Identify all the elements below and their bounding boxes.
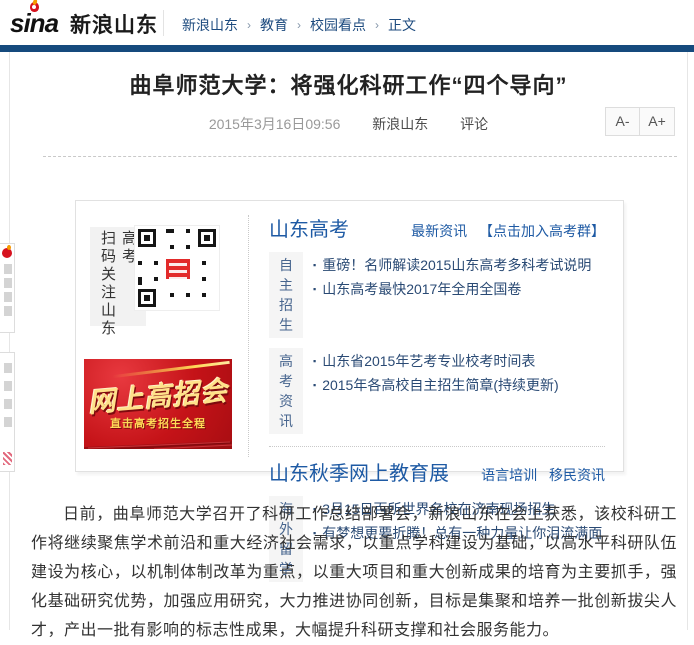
- left-float-widget-qr[interactable]: [0, 352, 15, 472]
- expo-section-title[interactable]: 山东秋季网上教育展: [269, 457, 449, 486]
- clipped-glyph: [4, 264, 12, 274]
- qr-code[interactable]: [134, 225, 220, 311]
- comment-link[interactable]: 评论: [460, 116, 488, 132]
- category-label: 自主招生: [269, 252, 303, 338]
- gaozhaohui-banner[interactable]: 网上高招会 直击高考招生全程: [84, 359, 232, 449]
- qr-finder-icon: [138, 289, 156, 307]
- qr-mini-icon: [3, 452, 12, 465]
- article-meta: 2015年3月16日09:56 新浪山东 评论: [10, 114, 687, 134]
- breadcrumb-campus-link[interactable]: 校园看点: [310, 15, 366, 35]
- breadcrumb-separator: ›: [297, 18, 301, 32]
- gaokao-section-title[interactable]: 山东高考: [269, 213, 349, 242]
- qr-finder-icon: [198, 229, 216, 247]
- font-smaller-button[interactable]: A-: [605, 107, 640, 136]
- content-wrapper: 曲阜师范大学：将强化科研工作“四个导向” 2015年3月16日09:56 新浪山…: [9, 52, 688, 630]
- category-row-zizhu: 自主招生 重磅！名师解读2015山东高考多科考试说明 山东高考最快2017年全用…: [269, 252, 605, 338]
- promo-horizontal-divider: [269, 446, 605, 447]
- navbar-accent-bar: [0, 45, 694, 52]
- sina-flame-icon: [27, 0, 41, 13]
- breadcrumb-home-link[interactable]: 新浪山东: [182, 15, 238, 35]
- join-group-link[interactable]: 【点击加入高考群】: [479, 223, 605, 239]
- title-divider: [43, 156, 677, 157]
- qr-center-logo: [164, 257, 192, 281]
- breadcrumb: 新浪山东 › 教育 › 校园看点 › 正文: [182, 15, 416, 35]
- category-row-zixun: 高考资讯 山东省2015年艺考专业校考时间表 2015年各高校自主招生简章(持续…: [269, 348, 605, 434]
- news-list-item[interactable]: 2015年各高校自主招生简章(持续更新): [313, 373, 559, 397]
- article-body-paragraph: 日前，曲阜师范大学召开了科研工作总结部署会，新浪山东在会上获悉，该校科研工作将继…: [31, 500, 677, 645]
- clipped-glyph: [4, 306, 12, 316]
- top-header: sina 新浪山东 新浪山东 › 教育 › 校园看点 › 正文: [0, 0, 694, 45]
- article-date: 2015年3月16日09:56: [209, 116, 341, 132]
- qr-finder-icon: [138, 229, 156, 247]
- sina-brand-logo: sina: [10, 8, 62, 39]
- language-training-link[interactable]: 语言培训: [481, 467, 537, 483]
- breadcrumb-current: 正文: [388, 15, 416, 35]
- left-float-widget-share[interactable]: [0, 243, 15, 333]
- sina-mini-logo-icon: [2, 248, 12, 258]
- clipped-glyph: [4, 363, 12, 373]
- immigration-info-link[interactable]: 移民资讯: [549, 467, 605, 483]
- breadcrumb-separator: ›: [247, 18, 251, 32]
- page-title: 曲阜师范大学：将强化科研工作“四个导向”: [10, 68, 687, 100]
- article-source: 新浪山东: [372, 116, 428, 132]
- promo-left-column: 扫码关注山东高考 网上高招会 直击高考招生全程: [76, 201, 248, 471]
- clipped-glyph: [4, 417, 12, 427]
- banner-road-decoration: [84, 427, 232, 449]
- site-name: 新浪山东: [70, 9, 158, 39]
- category-label: 高考资讯: [269, 348, 303, 434]
- gaokao-promo-box: 扫码关注山东高考 网上高招会 直击高考招生全程: [75, 200, 624, 472]
- news-list-item[interactable]: 山东高考最快2017年全用全国卷: [313, 277, 591, 301]
- font-larger-button[interactable]: A+: [640, 107, 675, 136]
- promo-right-column: 山东高考 最新资讯 【点击加入高考群】 自主招生 重磅！名师解读2015山东高考…: [249, 201, 623, 471]
- breadcrumb-separator: ›: [375, 18, 379, 32]
- news-list-item[interactable]: 重磅！名师解读2015山东高考多科考试说明: [313, 253, 591, 277]
- header-divider: [163, 10, 164, 36]
- latest-news-link[interactable]: 最新资讯: [411, 223, 467, 239]
- font-size-controls: A- A+: [605, 107, 675, 136]
- breadcrumb-education-link[interactable]: 教育: [260, 15, 288, 35]
- clipped-glyph: [4, 278, 12, 288]
- clipped-glyph: [4, 381, 12, 391]
- banner-title: 网上高招会: [85, 369, 232, 420]
- news-list-item[interactable]: 山东省2015年艺考专业校考时间表: [313, 349, 559, 373]
- clipped-glyph: [4, 292, 12, 302]
- clipped-glyph: [4, 399, 12, 409]
- site-logo[interactable]: sina 新浪山东: [10, 8, 158, 39]
